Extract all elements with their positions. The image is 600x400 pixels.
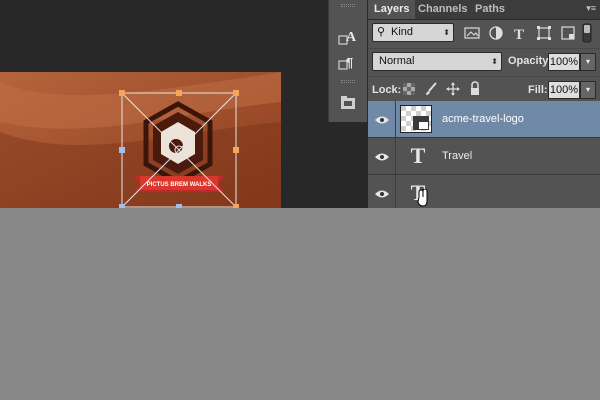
layer-row[interactable]: T: [368, 175, 600, 208]
svg-text:T: T: [514, 27, 524, 41]
transform-handle[interactable]: [233, 204, 239, 208]
chevron-updown-icon: ⬍: [491, 57, 498, 66]
visibility-toggle[interactable]: [368, 101, 396, 137]
smart-object-filter-icon[interactable]: [560, 25, 576, 41]
panel-menu-icon[interactable]: ▾≡: [586, 3, 596, 14]
filter-kind-dropdown[interactable]: ⚲ Kind ⬍: [372, 23, 454, 42]
chevron-updown-icon: ⬍: [443, 28, 450, 37]
transform-handle[interactable]: [119, 147, 125, 153]
strip-grip[interactable]: [341, 80, 355, 83]
layers-panel: Layers Channels Paths ▾≡ ⚲ Kind ⬍ T Norm…: [368, 0, 600, 208]
visibility-toggle[interactable]: [368, 138, 396, 174]
panel-tab-bar: Layers Channels Paths ▾≡: [368, 0, 600, 20]
transform-handle[interactable]: [233, 147, 239, 153]
character-icon[interactable]: A: [337, 26, 359, 48]
transform-handle[interactable]: [119, 204, 125, 208]
paragraph-icon[interactable]: ¶: [337, 52, 359, 74]
eye-icon: [375, 116, 389, 124]
fill-label: Fill:: [528, 84, 548, 96]
lock-transparency-icon[interactable]: [402, 82, 418, 98]
transform-handle[interactable]: [176, 204, 182, 208]
layer-thumbnail: [400, 105, 432, 133]
panel-icon-strip: A ¶: [328, 0, 368, 122]
image-filter-icon[interactable]: [464, 25, 480, 41]
document-canvas[interactable]: PICTUS BREM WALKS: [0, 72, 281, 208]
layers-list: acme-travel-logo T Travel T: [368, 101, 600, 208]
canvas-artwork: PICTUS BREM WALKS: [0, 72, 281, 208]
blend-mode-value: Normal: [379, 55, 415, 67]
layer-name[interactable]: Travel: [442, 150, 472, 162]
shape-filter-icon[interactable]: [536, 25, 552, 41]
lock-label: Lock:: [372, 84, 402, 96]
folder-icon[interactable]: [337, 92, 359, 114]
workspace: PICTUS BREM WALKS A ¶ Layers Channels Pa…: [0, 0, 600, 208]
filter-toggle-switch[interactable]: [582, 23, 592, 43]
transform-handle[interactable]: [176, 90, 182, 96]
ribbon-text: PICTUS BREM WALKS: [147, 182, 212, 188]
filter-row: ⚲ Kind ⬍ T: [368, 20, 600, 46]
blend-row: Normal ⬍ Opacity: 100% ▾: [368, 48, 600, 75]
lock-pixels-brush-icon[interactable]: [424, 82, 440, 98]
transform-handle[interactable]: [233, 90, 239, 96]
opacity-dropdown-arrow[interactable]: ▾: [580, 53, 596, 71]
tab-paths[interactable]: Paths: [469, 0, 511, 19]
filter-kind-label: Kind: [391, 26, 414, 38]
layer-row[interactable]: acme-travel-logo: [368, 101, 600, 138]
layer-name[interactable]: acme-travel-logo: [442, 113, 524, 125]
grab-cursor-icon: [417, 189, 428, 207]
svg-text:¶: ¶: [346, 55, 353, 70]
opacity-field[interactable]: 100%: [548, 53, 580, 71]
blend-mode-dropdown[interactable]: Normal ⬍: [372, 52, 502, 71]
lock-row: Lock: Fill: 100% ▾: [368, 76, 600, 102]
strip-grip[interactable]: [341, 4, 355, 7]
adjustment-filter-icon[interactable]: [488, 25, 504, 41]
lock-all-icon[interactable]: [468, 81, 484, 97]
type-layer-icon: T: [410, 143, 426, 168]
eye-icon: [375, 153, 389, 161]
tab-layers[interactable]: Layers: [368, 0, 416, 19]
type-filter-icon[interactable]: T: [512, 25, 528, 43]
layer-row[interactable]: T Travel: [368, 138, 600, 175]
transform-handle[interactable]: [119, 90, 125, 96]
tab-channels[interactable]: Channels: [412, 0, 474, 19]
visibility-toggle[interactable]: [368, 175, 396, 208]
fill-field[interactable]: 100%: [548, 81, 580, 99]
eye-icon: [375, 190, 389, 198]
fill-dropdown-arrow[interactable]: ▾: [580, 81, 596, 99]
lock-position-move-icon[interactable]: [446, 82, 462, 98]
opacity-label: Opacity:: [508, 55, 553, 67]
search-icon: ⚲: [377, 26, 386, 38]
svg-text:A: A: [346, 30, 357, 45]
